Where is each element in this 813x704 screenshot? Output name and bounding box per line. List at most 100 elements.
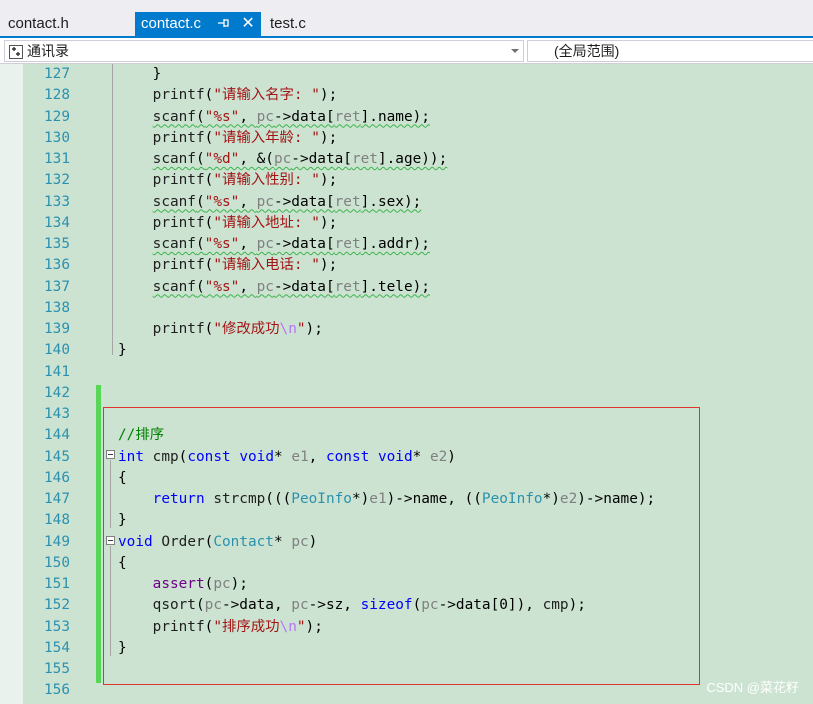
- code-token: ->data[: [273, 193, 335, 210]
- code-token: pc: [256, 193, 274, 210]
- code-line[interactable]: 134 printf("请输入地址: ");: [0, 213, 813, 234]
- line-number: 130: [44, 129, 70, 146]
- code-token: ].age));: [377, 151, 448, 167]
- code-token: scanf: [152, 236, 196, 252]
- code-token: ret: [334, 193, 361, 210]
- code-token: ].sex);: [360, 193, 422, 210]
- line-number: 127: [44, 66, 70, 82]
- code-line[interactable]: 133 scanf("%s", pc->data[ret].sex);: [0, 192, 813, 213]
- tab-label: contact.c: [141, 15, 202, 32]
- code-line[interactable]: 138: [0, 298, 813, 319]
- code-token: printf: [152, 257, 205, 274]
- code-token: ret: [334, 236, 361, 252]
- watermark: CSDN @菜花籽: [706, 680, 799, 695]
- code-editor[interactable]: 127 } 128 printf("请输入名字: "); 129 scanf("%s…: [0, 64, 813, 704]
- line-number: 129: [44, 108, 70, 125]
- code-text: }: [118, 340, 127, 361]
- line-number: 128: [44, 87, 70, 104]
- code-text: scanf("%s", pc->data[ret].tele);: [118, 277, 430, 298]
- code-token: }: [118, 342, 127, 359]
- code-token: ,: [239, 108, 257, 125]
- code-token: ].name);: [360, 108, 430, 125]
- code-line[interactable]: 128 printf("请输入名字: ");: [0, 85, 813, 106]
- line-number: 146: [44, 469, 70, 486]
- global-scope-label: (全局范围): [554, 43, 620, 59]
- close-icon[interactable]: ✕: [241, 12, 254, 36]
- code-token: scanf: [152, 151, 196, 167]
- code-token: ret: [334, 278, 361, 295]
- code-token: "%s": [204, 108, 240, 125]
- code-token: (: [195, 193, 205, 210]
- code-token: (: [195, 108, 205, 125]
- code-text: printf("修改成功\n");: [118, 319, 323, 340]
- code-token: pc: [256, 236, 274, 252]
- code-line[interactable]: 132 printf("请输入性别: ");: [0, 170, 813, 191]
- line-number: 139: [44, 321, 70, 337]
- code-line[interactable]: 129 scanf("%s", pc->data[ret].name);: [0, 107, 813, 128]
- code-token: "修改成功: [213, 321, 280, 337]
- dropdown-arrow-icon: [511, 49, 519, 53]
- code-token: pc: [256, 278, 274, 295]
- code-line[interactable]: 139 printf("修改成功\n");: [0, 319, 813, 340]
- tab-label: test.c: [270, 15, 306, 32]
- global-scope-dropdown[interactable]: (全局范围): [527, 40, 813, 62]
- code-token: ->data[: [273, 278, 335, 295]
- code-token: "请输入性别: ": [213, 172, 320, 189]
- code-token: (: [204, 321, 214, 337]
- highlight-box: [103, 407, 700, 685]
- tab-contact-c[interactable]: contact.c ✕: [135, 12, 261, 36]
- code-line[interactable]: 131 scanf("%d", &(pc->data[ret].age));: [0, 149, 813, 170]
- code-token: "请输入年龄: ": [213, 129, 320, 146]
- code-text: printf("请输入地址: ");: [118, 213, 338, 234]
- code-line[interactable]: 137 scanf("%s", pc->data[ret].tele);: [0, 277, 813, 298]
- line-number: 152: [44, 597, 70, 614]
- line-number: 134: [44, 214, 70, 231]
- line-number: 156: [44, 682, 70, 699]
- code-text: printf("请输入名字: ");: [118, 85, 338, 106]
- code-text: scanf("%s", pc->data[ret].sex);: [118, 192, 422, 213]
- class-view-icon: [9, 44, 23, 59]
- line-number: 147: [44, 491, 70, 507]
- line-number: 141: [44, 363, 70, 380]
- code-token: (: [204, 172, 214, 189]
- code-token: (: [204, 214, 214, 231]
- code-line[interactable]: 140}: [0, 340, 813, 361]
- tab-test-c[interactable]: test.c: [270, 12, 306, 36]
- code-token: (: [195, 278, 205, 295]
- code-token: "%d": [204, 151, 240, 167]
- code-token: "%s": [204, 236, 240, 252]
- code-line[interactable]: 127 }: [0, 64, 813, 85]
- code-token: printf: [152, 172, 205, 189]
- code-token: printf: [152, 321, 205, 337]
- code-line[interactable]: 142: [0, 383, 813, 404]
- project-scope-dropdown[interactable]: 通讯录: [4, 40, 524, 62]
- code-token: scanf: [152, 278, 196, 295]
- code-token: , &(: [239, 151, 274, 167]
- tab-contact-h[interactable]: contact.h: [8, 12, 69, 36]
- code-token: );: [319, 257, 338, 274]
- code-token: ,: [239, 278, 257, 295]
- code-line[interactable]: 136 printf("请输入电话: ");: [0, 255, 813, 276]
- code-token: ": [296, 321, 306, 337]
- code-token: ->data[: [273, 236, 335, 252]
- navigation-bar: 通讯录 (全局范围): [0, 38, 813, 64]
- code-token: pc: [273, 151, 292, 167]
- code-text: printf("请输入年龄: ");: [118, 128, 338, 149]
- code-line[interactable]: 130 printf("请输入年龄: ");: [0, 128, 813, 149]
- pin-icon[interactable]: [217, 13, 229, 27]
- line-number: 143: [44, 406, 70, 422]
- line-number: 148: [44, 512, 70, 529]
- fold-guide-line: [112, 64, 113, 355]
- tab-label: contact.h: [8, 15, 69, 32]
- line-number: 153: [44, 618, 70, 635]
- code-line[interactable]: 141: [0, 362, 813, 383]
- code-text: scanf("%d", &(pc->data[ret].age));: [118, 149, 448, 170]
- code-token: scanf: [152, 108, 196, 125]
- line-number: 155: [44, 661, 70, 677]
- code-line[interactable]: 135 scanf("%s", pc->data[ret].addr);: [0, 234, 813, 255]
